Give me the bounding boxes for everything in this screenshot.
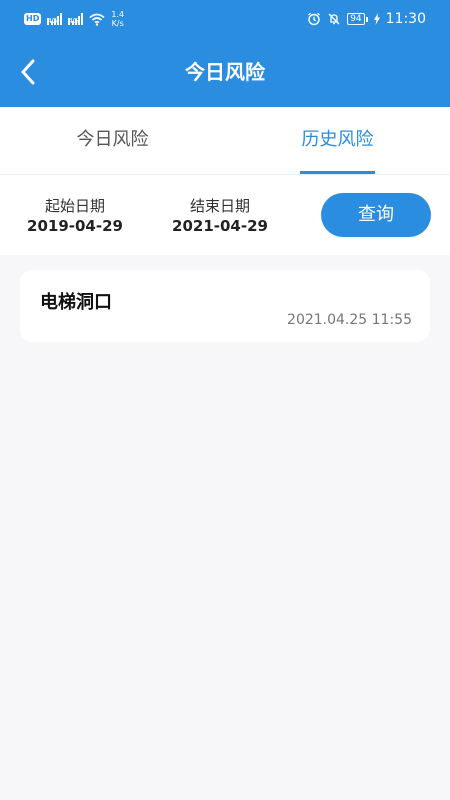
battery-icon: 94 <box>347 13 368 25</box>
status-right: 94 11:30 <box>307 10 426 28</box>
list-item-title: 电梯洞口 <box>40 292 112 313</box>
alarm-icon <box>308 12 321 26</box>
status-left: HD 4G 4G 1.4 K/s <box>24 10 124 28</box>
end-date-label: 结束日期 <box>189 197 250 215</box>
mute-icon <box>328 13 340 25</box>
active-tab-indicator <box>300 171 375 174</box>
tab-bar: 今日风险 历史风险 <box>0 107 450 175</box>
network-speed: 1.4 K/s <box>111 10 124 28</box>
hd-icon: HD <box>24 13 42 25</box>
wifi-icon <box>89 13 105 26</box>
end-date-picker[interactable]: 结束日期 2021-04-29 <box>160 196 280 236</box>
speed-unit: K/s <box>111 19 124 28</box>
top-header: HD 4G 4G 1.4 K/s <box>0 0 450 107</box>
charging-icon <box>373 13 380 25</box>
network-label: 4G <box>47 18 57 25</box>
signal-icon-2: 4G <box>68 13 84 25</box>
network-label-2: 4G <box>68 18 78 25</box>
risk-list: 电梯洞口 2021.04.25 11:55 <box>20 270 430 342</box>
list-item-time: 2021.04.25 11:55 <box>287 312 412 328</box>
app-bar: 今日风险 <box>0 38 450 107</box>
status-bar: HD 4G 4G 1.4 K/s <box>0 0 450 38</box>
list-item[interactable]: 电梯洞口 2021.04.25 11:55 <box>20 270 430 342</box>
date-filter: 起始日期 2019-04-29 结束日期 2021-04-29 查询 <box>0 175 450 255</box>
battery-level: 94 <box>347 13 365 25</box>
end-date-value: 2021-04-29 <box>172 217 268 235</box>
battery-tip <box>365 16 368 22</box>
start-date-value: 2019-04-29 <box>27 217 123 235</box>
query-button[interactable]: 查询 <box>321 193 431 237</box>
page-title: 今日风险 <box>185 60 265 84</box>
start-date-picker[interactable]: 起始日期 2019-04-29 <box>15 196 135 236</box>
tab-history-risk[interactable]: 历史风险 <box>225 107 450 174</box>
status-time: 11:30 <box>385 11 426 27</box>
tab-today-risk[interactable]: 今日风险 <box>0 107 225 174</box>
signal-icon: 4G <box>47 13 63 25</box>
speed-value: 1.4 <box>111 10 125 19</box>
start-date-label: 起始日期 <box>44 197 105 215</box>
